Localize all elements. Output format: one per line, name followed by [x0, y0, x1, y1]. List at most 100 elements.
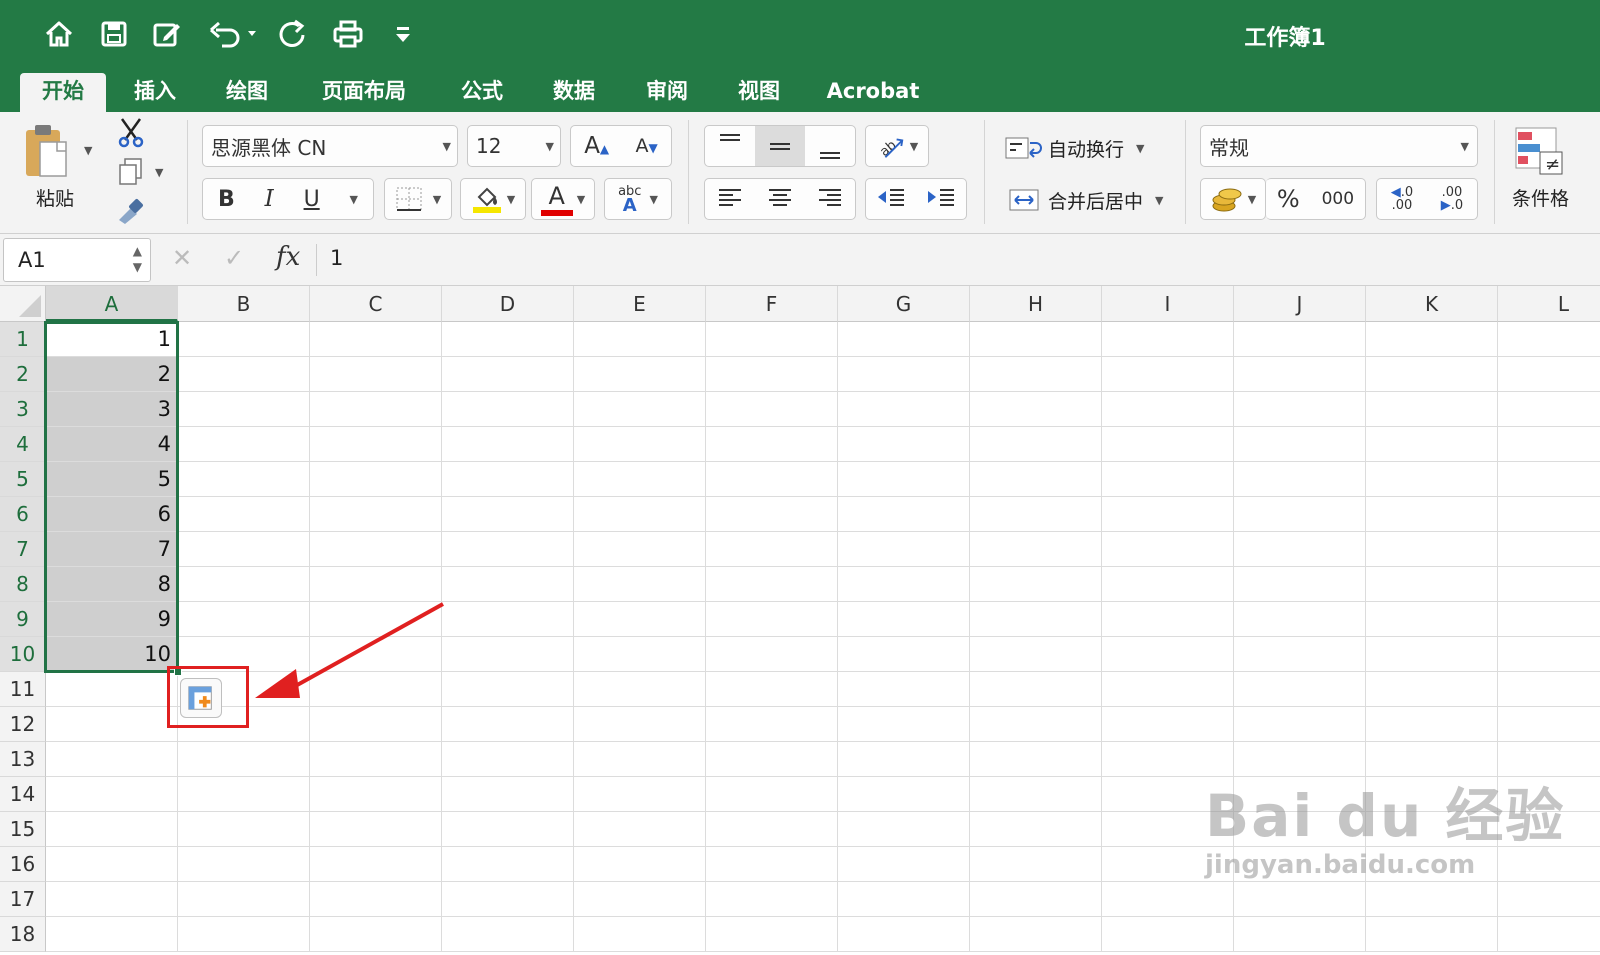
align-middle-button[interactable] — [755, 126, 805, 166]
row-header-6[interactable]: 6 — [0, 497, 46, 532]
redo-icon[interactable] — [273, 14, 311, 54]
cell-l17[interactable] — [1498, 882, 1600, 917]
cell-h15[interactable] — [970, 812, 1102, 847]
cell-f14[interactable] — [706, 777, 838, 812]
cell-d6[interactable] — [442, 497, 574, 532]
cell-g12[interactable] — [838, 707, 970, 742]
tab-view[interactable]: 视图 — [722, 73, 796, 112]
cell-l8[interactable] — [1498, 567, 1600, 602]
cell-j11[interactable] — [1234, 672, 1366, 707]
customize-icon[interactable] — [384, 14, 422, 54]
cell-j9[interactable] — [1234, 602, 1366, 637]
row-header-5[interactable]: 5 — [0, 462, 46, 497]
cell-c11[interactable] — [310, 672, 442, 707]
cell-g16[interactable] — [838, 847, 970, 882]
cell-i1[interactable] — [1102, 322, 1234, 357]
cell-c7[interactable] — [310, 532, 442, 567]
tab-page-layout[interactable]: 页面布局 — [305, 73, 423, 112]
cell-f4[interactable] — [706, 427, 838, 462]
column-header-c[interactable]: C — [310, 286, 442, 322]
cell-c15[interactable] — [310, 812, 442, 847]
cell-d4[interactable] — [442, 427, 574, 462]
align-top-button[interactable] — [705, 126, 755, 166]
tab-review[interactable]: 审阅 — [630, 73, 704, 112]
cell-f9[interactable] — [706, 602, 838, 637]
cell-k12[interactable] — [1366, 707, 1498, 742]
row-header-14[interactable]: 14 — [0, 777, 46, 812]
font-color-button[interactable]: A ▼ — [531, 178, 595, 220]
cell-b7[interactable] — [178, 532, 310, 567]
cell-k4[interactable] — [1366, 427, 1498, 462]
decrease-font-size-icon[interactable]: A▼ — [636, 135, 658, 157]
cell-k6[interactable] — [1366, 497, 1498, 532]
cell-a10[interactable]: 10 — [46, 637, 178, 672]
cell-h16[interactable] — [970, 847, 1102, 882]
cell-k17[interactable] — [1366, 882, 1498, 917]
cell-g2[interactable] — [838, 357, 970, 392]
cell-k18[interactable] — [1366, 917, 1498, 952]
percent-button[interactable]: % — [1277, 185, 1300, 213]
print-icon[interactable] — [329, 14, 367, 54]
row-header-11[interactable]: 11 — [0, 672, 46, 707]
cell-l11[interactable] — [1498, 672, 1600, 707]
cell-e14[interactable] — [574, 777, 706, 812]
cell-g11[interactable] — [838, 672, 970, 707]
cell-a9[interactable]: 9 — [46, 602, 178, 637]
conditional-format-icon[interactable]: ≠ — [1514, 126, 1564, 178]
save-icon[interactable] — [95, 14, 133, 54]
borders-button[interactable]: ▼ — [384, 178, 452, 220]
cell-d1[interactable] — [442, 322, 574, 357]
name-box[interactable]: A1 ▲ ▼ — [3, 238, 151, 282]
cell-e3[interactable] — [574, 392, 706, 427]
cell-i2[interactable] — [1102, 357, 1234, 392]
insert-function-button[interactable]: fx — [276, 242, 300, 272]
cell-d10[interactable] — [442, 637, 574, 672]
cell-a3[interactable]: 3 — [46, 392, 178, 427]
cell-b4[interactable] — [178, 427, 310, 462]
cell-d2[interactable] — [442, 357, 574, 392]
cell-f12[interactable] — [706, 707, 838, 742]
cell-c4[interactable] — [310, 427, 442, 462]
cell-c9[interactable] — [310, 602, 442, 637]
cell-j6[interactable] — [1234, 497, 1366, 532]
cell-b1[interactable] — [178, 322, 310, 357]
cell-h12[interactable] — [970, 707, 1102, 742]
cell-k10[interactable] — [1366, 637, 1498, 672]
decrease-decimal-button[interactable]: .00 ▶.0 — [1441, 186, 1463, 212]
cell-i12[interactable] — [1102, 707, 1234, 742]
merge-center-button[interactable]: 合并后居中 ▼ — [1008, 184, 1163, 216]
cell-f11[interactable] — [706, 672, 838, 707]
underline-dropdown-icon[interactable]: ▼ — [350, 193, 358, 206]
home-icon[interactable] — [40, 14, 78, 54]
cell-k5[interactable] — [1366, 462, 1498, 497]
cell-h18[interactable] — [970, 917, 1102, 952]
cell-e17[interactable] — [574, 882, 706, 917]
cell-j8[interactable] — [1234, 567, 1366, 602]
copy-icon[interactable] — [117, 156, 145, 186]
tab-insert[interactable]: 插入 — [118, 73, 192, 112]
column-header-j[interactable]: J — [1234, 286, 1366, 322]
cell-g1[interactable] — [838, 322, 970, 357]
cell-j13[interactable] — [1234, 742, 1366, 777]
row-header-16[interactable]: 16 — [0, 847, 46, 882]
cell-f2[interactable] — [706, 357, 838, 392]
name-box-stepper-icon[interactable]: ▲ ▼ — [133, 243, 142, 275]
cell-f1[interactable] — [706, 322, 838, 357]
cut-icon[interactable] — [115, 116, 147, 148]
cell-i10[interactable] — [1102, 637, 1234, 672]
align-right-icon[interactable] — [817, 187, 843, 211]
cell-f16[interactable] — [706, 847, 838, 882]
cell-b17[interactable] — [178, 882, 310, 917]
column-header-e[interactable]: E — [574, 286, 706, 322]
cell-h5[interactable] — [970, 462, 1102, 497]
cell-d18[interactable] — [442, 917, 574, 952]
cell-j17[interactable] — [1234, 882, 1366, 917]
cell-b15[interactable] — [178, 812, 310, 847]
align-bottom-button[interactable] — [805, 126, 855, 166]
cell-f18[interactable] — [706, 917, 838, 952]
cell-c3[interactable] — [310, 392, 442, 427]
cell-g9[interactable] — [838, 602, 970, 637]
cell-d13[interactable] — [442, 742, 574, 777]
cell-d5[interactable] — [442, 462, 574, 497]
row-header-2[interactable]: 2 — [0, 357, 46, 392]
